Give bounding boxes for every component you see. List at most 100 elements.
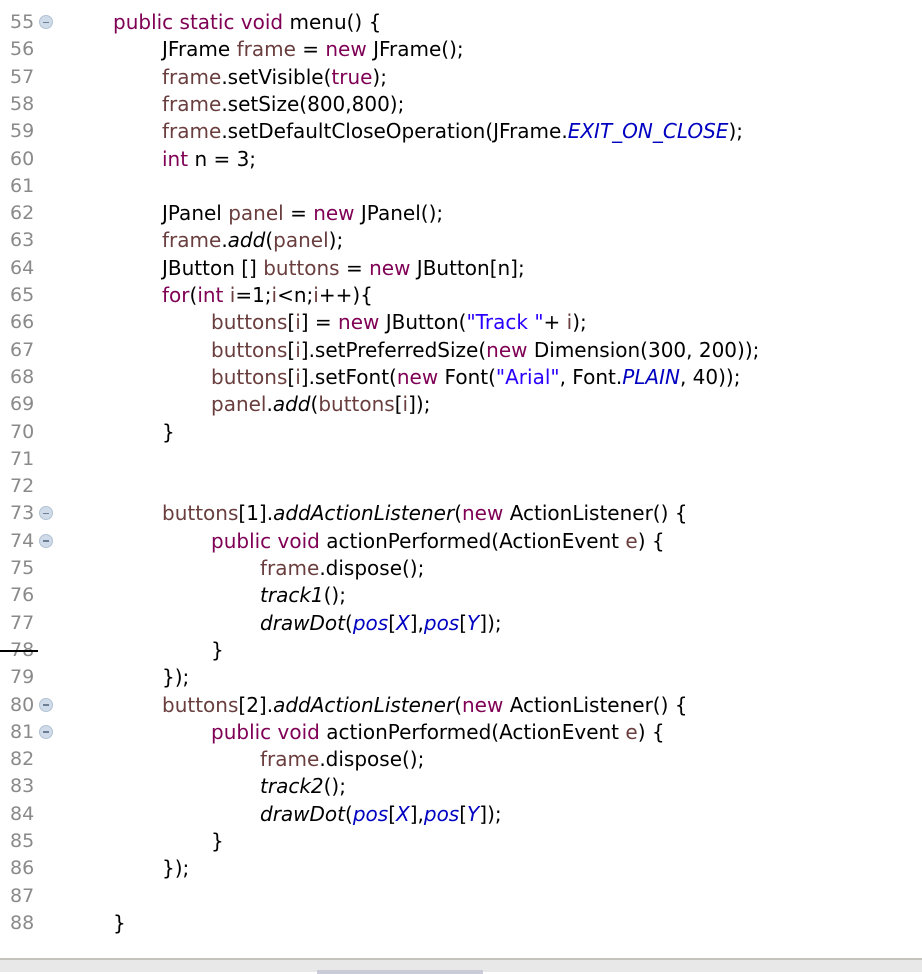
line-number: 61 [10,174,35,197]
code-line[interactable]: 69 panel.add(buttons[i]); [0,391,922,418]
code-token: } [113,910,126,935]
line-number: 79 [10,666,35,689]
code-token: menu() { [289,10,382,34]
code-token: .setVisible( [221,64,332,89]
code-token: new [313,201,361,226]
code-line[interactable]: 73 buttons[1].addActionListener(new Actio… [0,500,922,527]
code-token: X [396,801,410,826]
line-number: 81 [10,720,35,743]
code-line[interactable]: 67 buttons[i].setPreferredSize(new Dimens… [0,337,922,364]
code-line[interactable]: 61 [0,173,922,200]
code-token: frame [236,37,296,62]
code-token: buttons [162,692,239,717]
code-line[interactable]: 62 JPanel panel = new JPanel(); [0,200,922,227]
code-text: frame.dispose(); [260,555,424,582]
code-token: X [396,610,410,635]
line-number: 68 [10,365,35,388]
code-token: ) { [637,719,665,744]
fold-collapse-icon[interactable] [39,533,53,548]
code-token: ( [454,692,462,717]
code-token: } [211,829,224,853]
code-token: = [295,37,326,62]
code-line[interactable]: 63 frame.add(panel); [0,227,922,254]
code-token: pos [352,610,389,635]
code-text: JFrame frame = new JFrame(); [162,36,464,63]
code-line[interactable]: 72 [0,473,922,500]
code-token: .dispose(); [319,556,425,580]
code-text: JPanel panel = new JPanel(); [162,200,443,227]
code-token: JButton( [385,310,467,335]
code-line[interactable]: 83 track2(); [0,773,922,800]
code-token: , 40)); [679,364,741,389]
code-token: <n; [277,283,314,307]
code-line[interactable]: 86}); [0,855,922,882]
code-token: track2 [260,774,324,799]
code-token: ) { [637,528,665,553]
line-number: 87 [10,884,35,907]
code-token: ( [345,610,353,635]
code-token: [ [459,801,468,826]
fold-collapse-icon[interactable] [39,697,53,712]
code-text: JButton [] buttons = new JButton[n]; [162,255,525,282]
code-line[interactable]: 55 public static void menu() { [0,9,922,36]
code-line[interactable]: 60 int n = 3; [0,146,922,173]
code-line[interactable]: 65 for(int i=1;i<n;i++){ [0,282,922,309]
code-line[interactable]: 81 public void actionPerformed(ActionEven… [0,719,922,746]
code-text: buttons[1].addActionListener(new ActionL… [162,500,688,527]
horizontal-scrollbar[interactable] [0,958,922,974]
code-token: buttons [162,501,239,526]
line-number: 55 [10,11,35,33]
line-number: 70 [10,420,35,443]
code-line[interactable]: 77 drawDot(pos[X],pos[Y]); [0,610,922,637]
code-token: PLAIN [622,364,680,389]
code-token: int [197,283,230,307]
code-line[interactable]: 68 buttons[i].setFont(new Font("Arial", F… [0,364,922,391]
code-token: ); [328,228,344,253]
code-token: ].setFont( [300,364,397,389]
code-token: drawDot [260,801,346,826]
code-token: }); [162,856,190,881]
line-number: 69 [10,393,35,416]
code-line[interactable]: 56 JFrame frame = new JFrame(); [0,36,922,63]
fold-collapse-icon[interactable] [39,15,53,29]
fold-collapse-icon[interactable] [39,506,53,521]
code-token: = [339,255,370,280]
code-token: pos [423,610,460,635]
code-token: JFrame [162,37,237,62]
code-text: } [162,419,175,446]
code-line[interactable]: 82 frame.dispose(); [0,746,922,773]
code-token: }); [162,665,190,690]
code-text: public static void menu() { [113,9,381,36]
code-line[interactable]: 64 JButton [] buttons = new JButton[n]; [0,255,922,282]
code-line[interactable]: 75 frame.dispose(); [0,555,922,582]
code-editor[interactable]: 55 public static void menu() { 56 JFrame fr… [0,0,922,958]
horizontal-scrollbar-thumb[interactable] [317,970,483,974]
code-token: } [211,637,224,662]
code-token: ActionListener() { [509,692,688,717]
code-line[interactable]: 87 [0,883,922,910]
code-token: [2]. [238,692,274,717]
code-line[interactable]: 74 public void actionPerformed(ActionEven… [0,528,922,555]
code-token: ( [265,228,274,253]
code-line[interactable]: 84 drawDot(pos[X],pos[Y]); [0,801,922,828]
code-token: buttons [318,392,395,417]
code-line[interactable]: 78} [0,637,922,664]
code-line[interactable]: 80 buttons[2].addActionListener(new Actio… [0,692,922,719]
code-line[interactable]: 59 frame.setDefaultCloseOperation(JFrame.… [0,118,922,145]
code-line[interactable]: 76 track1(); [0,582,922,609]
code-token: n = 3; [194,146,257,171]
code-line[interactable]: 66 buttons[i] = new JButton("Track "+ i); [0,309,922,336]
code-token: .setDefaultCloseOperation(JFrame. [221,119,568,144]
line-number: 80 [10,693,35,716]
code-line[interactable]: 58 frame.setSize(800,800); [0,91,922,118]
code-line[interactable]: 57 frame.setVisible(true); [0,64,922,91]
line-number: 56 [10,38,35,61]
code-line[interactable]: 79}); [0,664,922,691]
code-line[interactable]: 88} [0,910,922,937]
code-token: ( [454,501,462,526]
line-number: 72 [10,475,35,498]
code-line[interactable]: 70} [0,419,922,446]
fold-collapse-icon[interactable] [39,724,53,739]
code-line[interactable]: 71 [0,446,922,473]
code-line[interactable]: 85} [0,828,922,855]
